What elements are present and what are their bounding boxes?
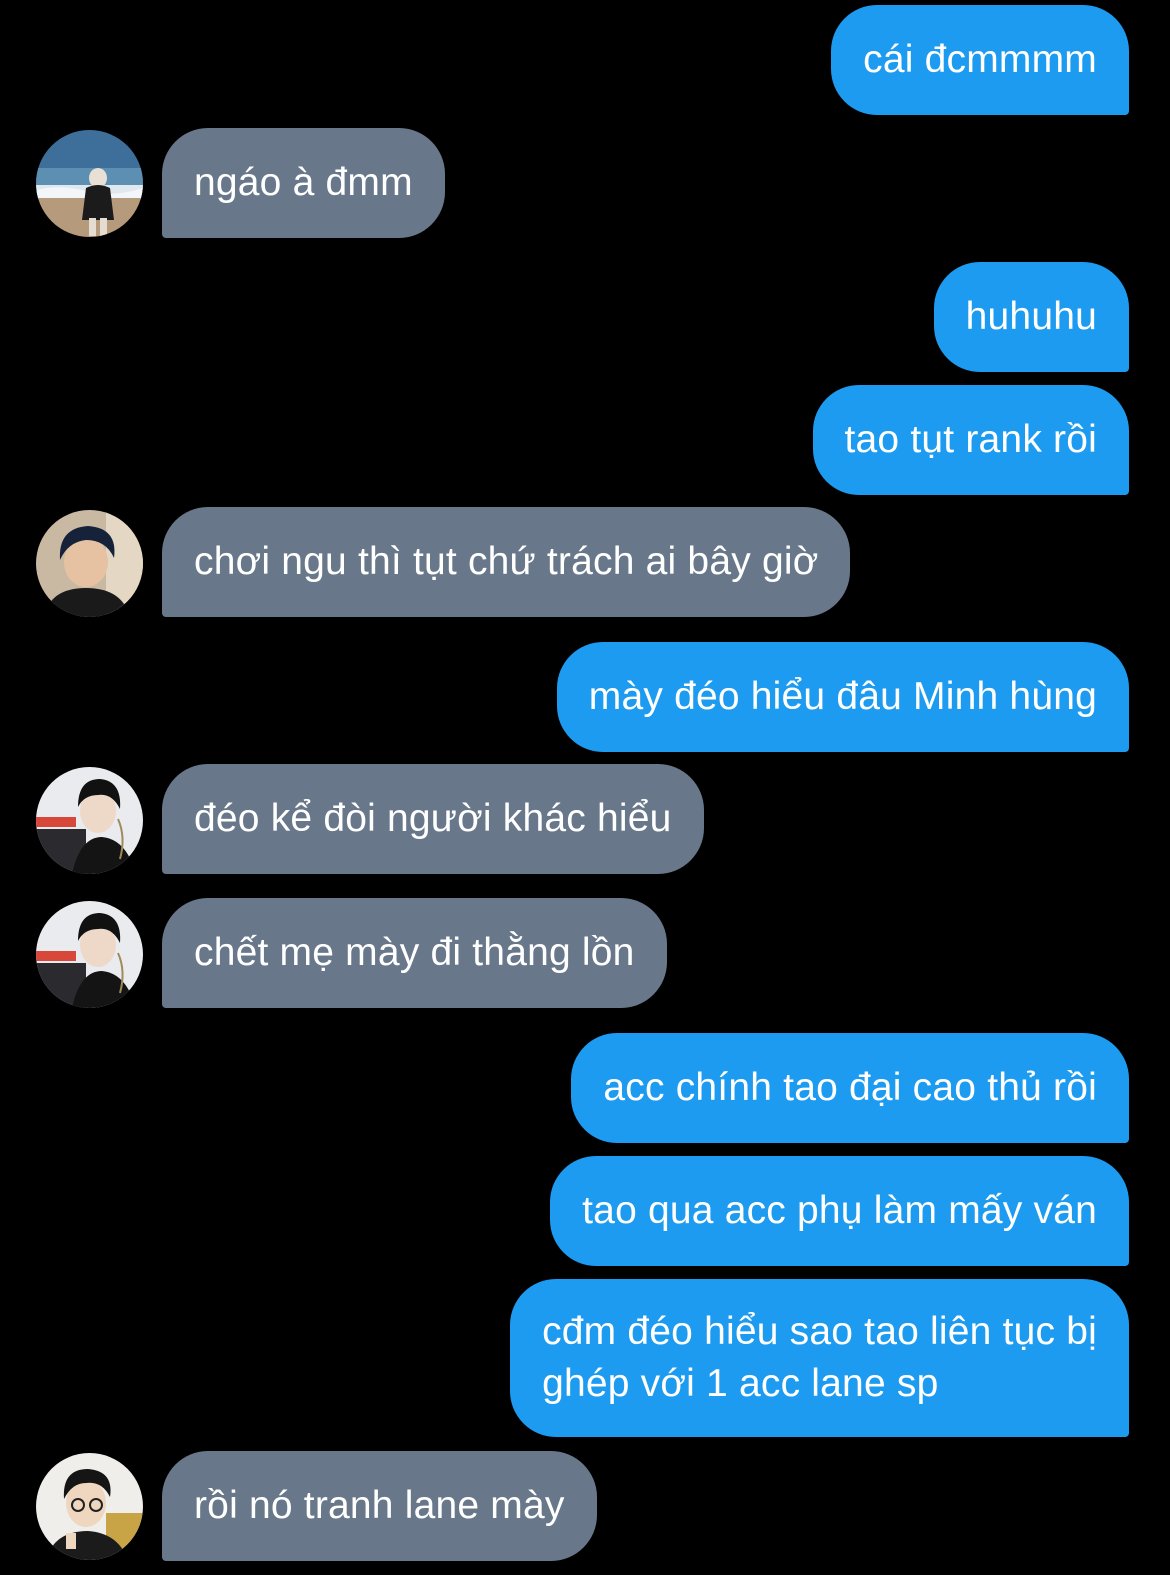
avatar-glasses-player[interactable] — [36, 1453, 143, 1560]
avatar-esports-player[interactable] — [36, 901, 143, 1008]
outgoing-message-bubble[interactable]: mày đéo hiểu đâu Minh hùng — [556, 642, 1129, 752]
outgoing-message-bubble[interactable]: huhuhu — [933, 262, 1129, 372]
message-thread: cái đcmmmm ngáo à đmm huhuhu tao tụt ran… — [0, 0, 1170, 1575]
outgoing-message-bubble[interactable]: tao qua acc phụ làm mấy ván — [550, 1156, 1129, 1266]
avatar-beach[interactable] — [36, 130, 143, 237]
incoming-message-bubble[interactable]: đéo kể đòi người khác hiểu — [162, 764, 704, 874]
outgoing-message-bubble[interactable]: tao tụt rank rồi — [812, 385, 1129, 495]
incoming-message-bubble[interactable]: ngáo à đmm — [162, 128, 445, 238]
avatar-boy-dark-hair[interactable] — [36, 510, 143, 617]
avatar-esports-player[interactable] — [36, 767, 143, 874]
outgoing-message-bubble[interactable]: cái đcmmmm — [831, 5, 1129, 115]
outgoing-message-bubble[interactable]: acc chính tao đại cao thủ rồi — [571, 1033, 1129, 1143]
incoming-message-bubble[interactable]: chết mẹ mày đi thằng lồn — [162, 898, 667, 1008]
incoming-message-bubble[interactable]: chơi ngu thì tụt chứ trách ai bây giờ — [162, 507, 851, 617]
incoming-message-bubble[interactable]: rồi nó tranh lane mày — [162, 1451, 597, 1561]
outgoing-message-bubble[interactable]: cđm đéo hiểu sao tao liên tục bị ghép vớ… — [510, 1279, 1129, 1437]
